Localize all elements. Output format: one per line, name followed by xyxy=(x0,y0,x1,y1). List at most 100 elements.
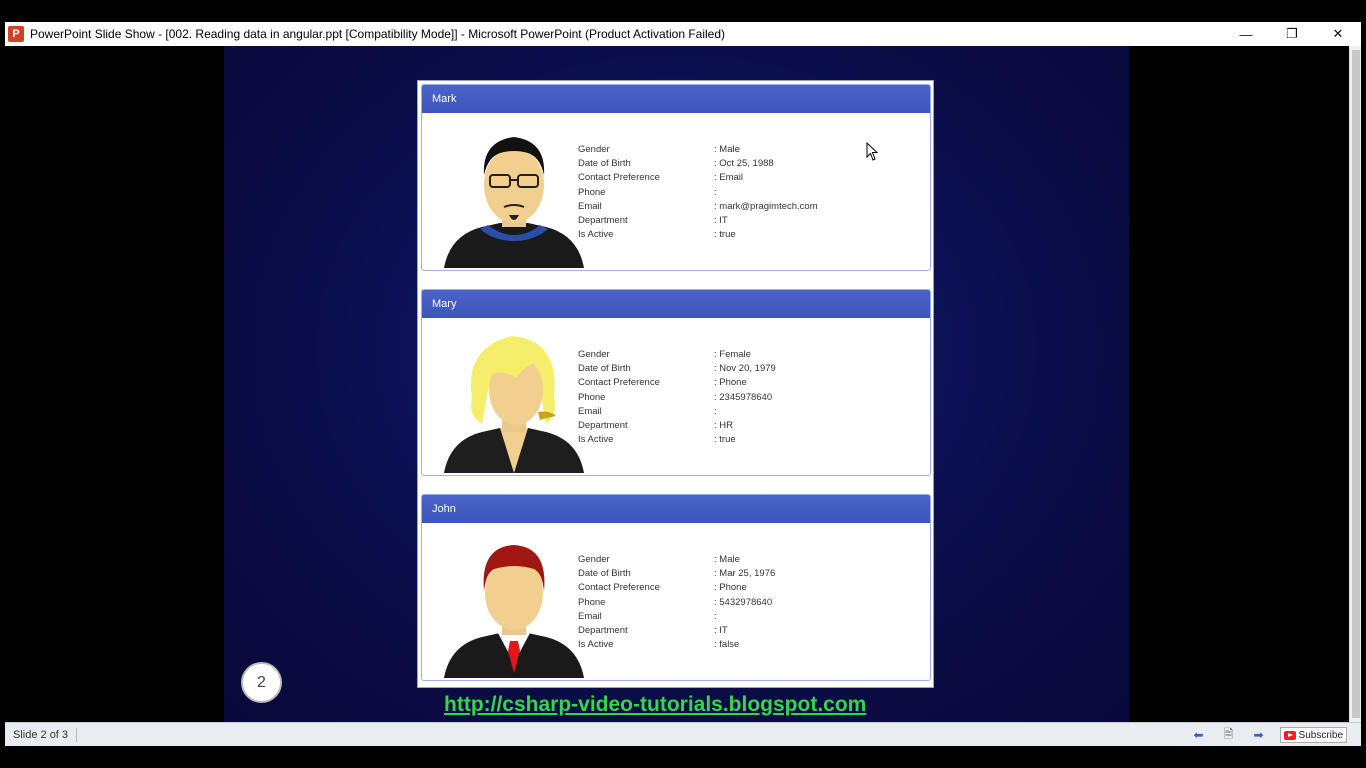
field-value: : xyxy=(714,610,717,622)
field-value: : 5432978640 xyxy=(714,596,773,608)
previous-slide-button[interactable]: ⬅ xyxy=(1184,724,1214,746)
slide-viewport: Mark Gender : Male Date of Birth: Oct 25… xyxy=(5,46,1349,722)
window-title: PowerPoint Slide Show - [002. Reading da… xyxy=(30,27,726,41)
field-label: Is Active xyxy=(578,639,614,651)
arrow-left-icon: ⬅ xyxy=(1193,728,1204,742)
field-label: Email xyxy=(578,610,602,622)
slide-menu-icon: 🗎 xyxy=(1223,726,1234,741)
field-value: : mark@pragimtech.com xyxy=(714,200,818,212)
employee-details: Gender : Female Date of Birth : Nov 20, 19… xyxy=(578,349,918,448)
video-letterbox-bottom xyxy=(0,746,1366,768)
field-label: Gender xyxy=(578,144,610,155)
restore-icon: ❐ xyxy=(1286,26,1298,41)
field-label: Is Active xyxy=(578,229,614,241)
field-row: Phone: xyxy=(578,187,918,201)
field-value: : Male xyxy=(714,144,740,155)
field-value: : true xyxy=(714,229,736,241)
field-label: Phone xyxy=(578,186,606,198)
field-row: Department : IT xyxy=(578,215,918,229)
field-value: : Phone xyxy=(714,582,747,594)
subscribe-button[interactable]: Subscribe xyxy=(1279,727,1347,743)
field-value: : xyxy=(714,186,717,198)
field-row: Contact Preference : Phone xyxy=(578,582,918,596)
field-row: Department : IT xyxy=(578,625,918,639)
subscribe-label: Subscribe xyxy=(1298,729,1343,741)
field-label: Phone xyxy=(578,596,606,608)
next-slide-button[interactable]: ➡ xyxy=(1244,724,1274,746)
field-row: Department : HR xyxy=(578,420,918,434)
field-row: Gender : Female xyxy=(578,349,918,363)
arrow-right-icon: ➡ xyxy=(1253,728,1264,742)
employee-card-mark: Mark Gender : Male Date of Birth: Oct 25… xyxy=(421,84,931,271)
window-controls: — ❐ ✕ xyxy=(1223,22,1361,46)
field-value: : Male xyxy=(714,554,740,565)
field-label: Contact Preference xyxy=(578,172,660,184)
field-row: Email: xyxy=(578,406,918,420)
male-glasses-avatar-icon xyxy=(444,137,584,268)
powerpoint-app-icon[interactable]: P xyxy=(8,26,24,42)
employee-list-panel: Mark Gender : Male Date of Birth: Oct 25… xyxy=(417,80,934,688)
field-label: Department xyxy=(578,624,628,636)
field-row: Email: xyxy=(578,611,918,625)
title-bar[interactable]: P PowerPoint Slide Show - [002. Reading … xyxy=(5,22,1361,46)
employee-card-mary: Mary Gender : Female Date of Birth : Nov 2… xyxy=(421,289,931,476)
close-button[interactable]: ✕ xyxy=(1315,22,1361,46)
field-row: Phone : 5432978640 xyxy=(578,597,918,611)
status-bar: Slide 2 of 3 ⬅ 🗎 ➡ Subscribe xyxy=(5,722,1361,746)
field-label: Contact Preference xyxy=(578,377,660,389)
field-value: : Email xyxy=(714,172,744,184)
field-row: Is Active : false xyxy=(578,639,918,653)
close-icon: ✕ xyxy=(1332,26,1344,41)
field-value: : Female xyxy=(714,349,751,360)
employee-name: Mark xyxy=(422,85,930,113)
field-value: : false xyxy=(714,639,740,651)
employee-details: Gender : Male Date of Birth: Mar 25, 1976… xyxy=(578,554,918,653)
field-label: Is Active xyxy=(578,434,614,446)
video-letterbox-top xyxy=(0,0,1366,22)
powerpoint-window: P PowerPoint Slide Show - [002. Reading … xyxy=(5,22,1361,746)
field-value: : true xyxy=(714,434,736,446)
field-value: : Oct 25, 1988 xyxy=(714,158,774,170)
field-label: Gender xyxy=(578,349,610,360)
field-value: : Nov 20, 1979 xyxy=(714,363,776,375)
field-label: Date of Birth xyxy=(578,158,631,170)
field-label: Department xyxy=(578,214,628,226)
slide[interactable]: Mark Gender : Male Date of Birth: Oct 25… xyxy=(224,46,1129,722)
blog-link[interactable]: http://csharp-video-tutorials.blogspot.c… xyxy=(444,693,866,717)
field-value: : xyxy=(714,405,717,417)
field-row: Gender : Male xyxy=(578,554,918,568)
field-label: Phone xyxy=(578,391,606,403)
field-label: Contact Preference xyxy=(578,582,660,594)
field-value: : IT xyxy=(714,214,728,226)
youtube-icon xyxy=(1283,730,1296,740)
field-row: Email : mark@pragimtech.com xyxy=(578,201,918,215)
slide-indicator: Slide 2 of 3 xyxy=(13,727,78,742)
field-row: Date of Birth : Nov 20, 1979 xyxy=(578,363,918,377)
female-blonde-avatar-icon xyxy=(444,336,584,473)
field-row: Date of Birth: Mar 25, 1976 xyxy=(578,568,918,582)
employee-name: Mary xyxy=(422,290,930,318)
employee-card-john: John Gender : Male Date of Birth: Mar 25,… xyxy=(421,494,931,681)
field-label: Department xyxy=(578,419,628,431)
field-row: Is Active : true xyxy=(578,434,918,448)
field-value: : IT xyxy=(714,624,728,636)
field-label: Gender xyxy=(578,554,610,565)
restore-button[interactable]: ❐ xyxy=(1269,22,1315,46)
field-value: : 2345978640 xyxy=(714,391,773,403)
field-row: Contact Preference : Email xyxy=(578,172,918,186)
slide-menu-button[interactable]: 🗎 xyxy=(1214,724,1244,746)
slide-number-badge: 2 xyxy=(241,662,282,703)
field-row: Phone : 2345978640 xyxy=(578,392,918,406)
field-label: Email xyxy=(578,200,602,212)
scrollbar-thumb[interactable] xyxy=(1352,50,1360,718)
vertical-scrollbar[interactable] xyxy=(1349,46,1361,722)
employee-name: John xyxy=(422,495,930,523)
field-value: : Phone xyxy=(714,377,747,389)
field-value: : HR xyxy=(714,419,733,431)
field-row: Is Active : true xyxy=(578,229,918,243)
minimize-button[interactable]: — xyxy=(1223,22,1269,46)
minimize-icon: — xyxy=(1239,26,1253,42)
male-suit-avatar-icon xyxy=(444,545,584,678)
field-label: Date of Birth xyxy=(578,363,631,375)
mouse-pointer-icon xyxy=(866,142,879,161)
